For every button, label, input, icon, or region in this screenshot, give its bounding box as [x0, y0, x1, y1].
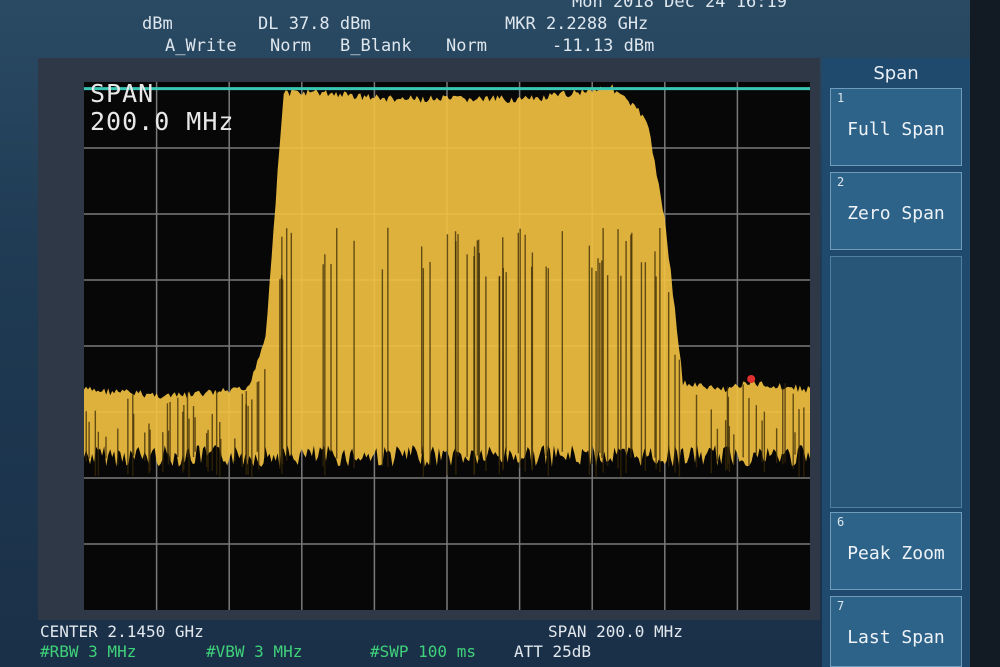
datetime: Mon 2018 Dec 24 16:19 — [572, 0, 787, 12]
softkey-number: 1 — [837, 91, 845, 105]
monitor-bezel — [970, 0, 1000, 667]
span-overlay: SPAN 200.0 MHz — [90, 80, 234, 136]
attenuation-readout: ATT 25dB — [514, 642, 592, 661]
softkey-label: Full Span — [847, 119, 945, 140]
spectrum-svg — [84, 82, 810, 610]
full-span-button[interactable]: 1 Full Span — [830, 88, 962, 166]
marker-level: -11.13 dBm — [552, 36, 655, 56]
trace-b-mode: Norm — [446, 36, 487, 56]
softkey-number: 2 — [837, 175, 845, 189]
softkey-blank — [830, 256, 962, 508]
softkey-menu-title: Span — [873, 63, 919, 84]
marker-point — [747, 375, 756, 383]
marker-frequency: MKR 2.2288 GHz — [505, 14, 649, 34]
zero-span-button[interactable]: 2 Zero Span — [830, 172, 962, 250]
status-footer: CENTER 2.1450 GHz SPAN 200.0 MHz #RBW 3 … — [0, 620, 820, 667]
softkey-number: 7 — [837, 599, 845, 613]
rbw-readout: #RBW 3 MHz — [40, 642, 137, 661]
sweep-readout: #SWP 100 ms — [370, 642, 476, 661]
spectrum-plot[interactable] — [84, 82, 810, 610]
span-readout: SPAN 200.0 MHz — [548, 622, 683, 641]
trace-b-state: B_Blank — [340, 36, 412, 56]
span-label: SPAN — [90, 79, 155, 108]
softkey-label: Zero Span — [847, 203, 945, 224]
softkey-number: 6 — [837, 515, 845, 529]
status-header: Mon 2018 Dec 24 16:19 dBm DL 37.8 dBm MK… — [0, 0, 820, 58]
peak-zoom-button[interactable]: 6 Peak Zoom — [830, 512, 962, 590]
vbw-readout: #VBW 3 MHz — [206, 642, 303, 661]
trace-a-state: A_Write — [165, 36, 237, 56]
display-line-readout: DL 37.8 dBm — [258, 14, 371, 34]
center-frequency: CENTER 2.1450 GHz — [40, 622, 204, 641]
last-span-button[interactable]: 7 Last Span — [830, 596, 962, 667]
softkey-label: Peak Zoom — [847, 543, 945, 564]
trace-a-mode: Norm — [270, 36, 311, 56]
softkey-label: Last Span — [847, 627, 945, 648]
span-value: 200.0 MHz — [90, 107, 235, 136]
unit-label: dBm — [142, 14, 173, 34]
